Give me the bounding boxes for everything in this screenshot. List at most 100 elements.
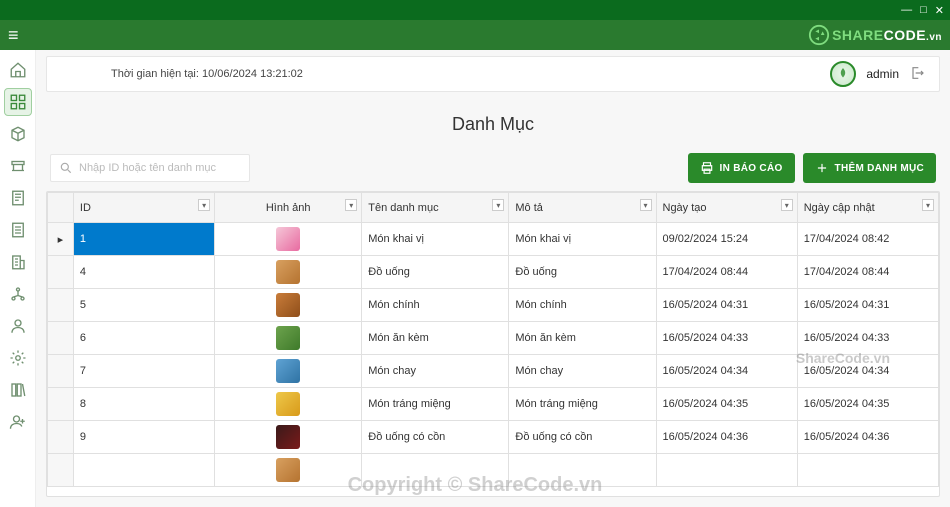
- cell-id[interactable]: 9: [73, 421, 214, 454]
- menu-toggle-button[interactable]: ≡: [8, 25, 19, 46]
- table-row[interactable]: 9Đồ uống có cồnĐồ uống có cồn16/05/2024 …: [48, 421, 939, 454]
- nav-staff[interactable]: [4, 408, 32, 436]
- chevron-down-icon[interactable]: ▾: [345, 199, 357, 211]
- table-row[interactable]: 6Món ăn kèmMón ăn kèm16/05/2024 04:3316/…: [48, 322, 939, 355]
- cell-id[interactable]: 5: [73, 289, 214, 322]
- cell-desc[interactable]: Món khai vị: [509, 223, 656, 256]
- cell-image[interactable]: [215, 289, 362, 322]
- nav-products[interactable]: [4, 120, 32, 148]
- nav-network[interactable]: [4, 280, 32, 308]
- nav-tables[interactable]: [4, 152, 32, 180]
- col-desc-header[interactable]: Mô tả▾: [509, 193, 656, 223]
- user-block: admin: [830, 61, 925, 87]
- chevron-down-icon[interactable]: ▾: [198, 199, 210, 211]
- cell-desc[interactable]: Đồ uống có cồn: [509, 421, 656, 454]
- cell-created[interactable]: 16/05/2024 04:31: [656, 289, 797, 322]
- window-minimize-button[interactable]: —: [901, 4, 912, 16]
- add-category-label: THÊM DANH MỤC: [835, 163, 924, 174]
- cell-name[interactable]: Đồ uống có cồn: [362, 421, 509, 454]
- cell-image[interactable]: [215, 421, 362, 454]
- cell-image[interactable]: [215, 322, 362, 355]
- cell-updated[interactable]: 17/04/2024 08:42: [797, 223, 938, 256]
- cell-name[interactable]: Món chính: [362, 289, 509, 322]
- grid-icon: [9, 93, 27, 111]
- cell-created[interactable]: 17/04/2024 08:44: [656, 256, 797, 289]
- cell-desc[interactable]: Món ăn kèm: [509, 322, 656, 355]
- nav-library[interactable]: [4, 376, 32, 404]
- chevron-down-icon[interactable]: ▾: [640, 199, 652, 211]
- printer-icon: [700, 161, 714, 175]
- table-row[interactable]: ▸1Món khai vịMón khai vị09/02/2024 15:24…: [48, 223, 939, 256]
- data-grid[interactable]: ID▾ Hình ảnh▾ Tên danh mục▾ Mô tả▾ Ngày …: [46, 191, 940, 497]
- header-bar: Thời gian hiện tại: 10/06/2024 13:21:02 …: [46, 56, 940, 92]
- table-row[interactable]: 7Món chayMón chay16/05/2024 04:3416/05/2…: [48, 355, 939, 388]
- cell-name[interactable]: Món chay: [362, 355, 509, 388]
- cell-id[interactable]: 4: [73, 256, 214, 289]
- cell-name[interactable]: Đồ uống: [362, 256, 509, 289]
- table-row[interactable]: 5Món chínhMón chính16/05/2024 04:3116/05…: [48, 289, 939, 322]
- top-bar: ≡ SHARECODE.vn: [0, 20, 950, 50]
- user-icon: [9, 317, 27, 335]
- person-add-icon: [9, 413, 27, 431]
- brand-logo: SHARECODE.vn: [808, 24, 942, 46]
- print-report-button[interactable]: IN BÁO CÁO: [688, 153, 795, 183]
- logout-button[interactable]: [909, 65, 925, 84]
- add-category-button[interactable]: THÊM DANH MỤC: [803, 153, 936, 183]
- cell-updated[interactable]: 16/05/2024 04:33: [797, 322, 938, 355]
- cell-updated[interactable]: 16/05/2024 04:36: [797, 421, 938, 454]
- nav-orders[interactable]: [4, 184, 32, 212]
- search-box[interactable]: [50, 154, 250, 182]
- nav-reports[interactable]: [4, 248, 32, 276]
- chevron-down-icon[interactable]: ▾: [781, 199, 793, 211]
- cell-created[interactable]: 16/05/2024 04:35: [656, 388, 797, 421]
- cell-image[interactable]: [215, 388, 362, 421]
- nav-categories[interactable]: [4, 88, 32, 116]
- row-selector-header: [48, 193, 74, 223]
- nav-home[interactable]: [4, 56, 32, 84]
- cell-created[interactable]: 16/05/2024 04:33: [656, 322, 797, 355]
- col-image-header[interactable]: Hình ảnh▾: [215, 193, 362, 223]
- cell-updated[interactable]: 16/05/2024 04:34: [797, 355, 938, 388]
- col-created-header[interactable]: Ngày tạo▾: [656, 193, 797, 223]
- window-close-button[interactable]: ✕: [935, 4, 944, 17]
- cell-updated[interactable]: 16/05/2024 04:31: [797, 289, 938, 322]
- cell-name[interactable]: Món ăn kèm: [362, 322, 509, 355]
- cell-desc[interactable]: Đồ uống: [509, 256, 656, 289]
- cell-desc[interactable]: Món chính: [509, 289, 656, 322]
- cell-id[interactable]: 8: [73, 388, 214, 421]
- col-name-header[interactable]: Tên danh mục▾: [362, 193, 509, 223]
- cell-created[interactable]: 09/02/2024 15:24: [656, 223, 797, 256]
- cell-updated[interactable]: 16/05/2024 04:35: [797, 388, 938, 421]
- search-input[interactable]: [79, 162, 241, 174]
- thumbnail-icon: [276, 260, 300, 284]
- nav-settings[interactable]: [4, 344, 32, 372]
- row-indicator: [48, 256, 74, 289]
- cell-name[interactable]: Món khai vị: [362, 223, 509, 256]
- thumbnail-icon: [276, 326, 300, 350]
- cell-id[interactable]: 6: [73, 322, 214, 355]
- cell-image[interactable]: [215, 256, 362, 289]
- cell-name[interactable]: Món tráng miệng: [362, 388, 509, 421]
- nav-invoices[interactable]: [4, 216, 32, 244]
- table-row[interactable]: 8Món tráng miệngMón tráng miệng16/05/202…: [48, 388, 939, 421]
- window-maximize-button[interactable]: □: [920, 4, 927, 16]
- cell-created[interactable]: 16/05/2024 04:36: [656, 421, 797, 454]
- cell-id[interactable]: 1: [73, 223, 214, 256]
- toolbar: IN BÁO CÁO THÊM DANH MỤC: [46, 153, 940, 183]
- cell-id[interactable]: 7: [73, 355, 214, 388]
- table-row[interactable]: 4Đồ uốngĐồ uống17/04/2024 08:4417/04/202…: [48, 256, 939, 289]
- list-icon: [9, 221, 27, 239]
- cell-image[interactable]: [215, 355, 362, 388]
- cell-image[interactable]: [215, 223, 362, 256]
- col-id-header[interactable]: ID▾: [73, 193, 214, 223]
- col-updated-header[interactable]: Ngày cập nhật▾: [797, 193, 938, 223]
- chevron-down-icon[interactable]: ▾: [492, 199, 504, 211]
- username-label: admin: [866, 67, 899, 81]
- cell-desc[interactable]: Món chay: [509, 355, 656, 388]
- content-area: Thời gian hiện tại: 10/06/2024 13:21:02 …: [36, 50, 950, 507]
- cell-created[interactable]: 16/05/2024 04:34: [656, 355, 797, 388]
- nav-users[interactable]: [4, 312, 32, 340]
- cell-updated[interactable]: 17/04/2024 08:44: [797, 256, 938, 289]
- cell-desc[interactable]: Món tráng miệng: [509, 388, 656, 421]
- chevron-down-icon[interactable]: ▾: [922, 199, 934, 211]
